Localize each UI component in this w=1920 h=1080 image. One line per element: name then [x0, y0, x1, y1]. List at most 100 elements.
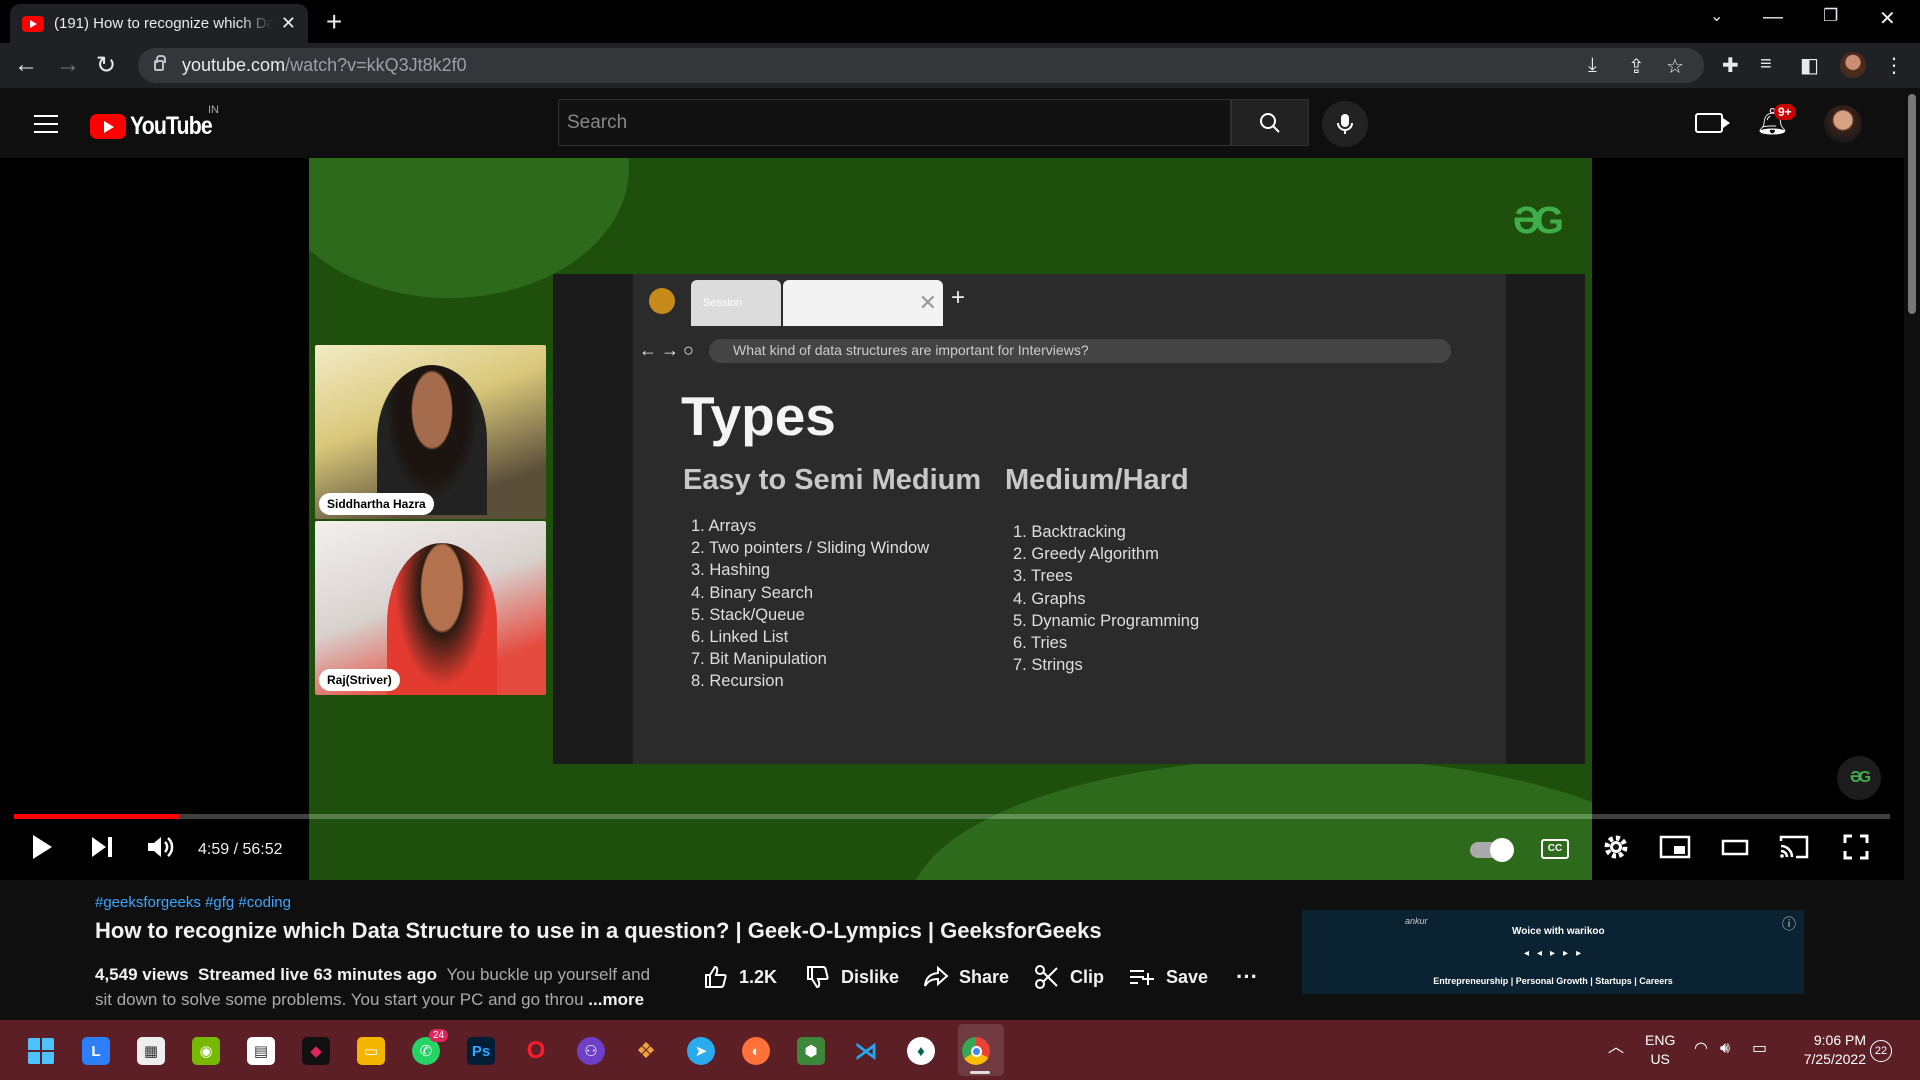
vscode-icon[interactable]: ⋊	[852, 1037, 880, 1065]
ad-info-icon[interactable]: ⓘ	[1782, 914, 1796, 934]
media-app-icon[interactable]: ◆	[302, 1037, 330, 1065]
subtitles-button[interactable]: CC	[1541, 839, 1569, 859]
video-info: #geeksforgeeks #gfg #coding How to recog…	[0, 880, 1904, 1020]
miniplayer-icon[interactable]	[1659, 833, 1691, 861]
video-player[interactable]: ƏG Session ✕ + ←→○ What kind of data str…	[0, 158, 1904, 880]
bookmark-star-icon[interactable]: ☆	[1666, 54, 1684, 79]
minimize-button[interactable]: —	[1763, 6, 1783, 29]
nodejs-icon[interactable]: ⬢	[797, 1037, 825, 1065]
restore-button[interactable]: ❐	[1823, 6, 1838, 26]
battery-icon[interactable]: ▭	[1752, 1039, 1767, 1058]
media-controls-icon[interactable]: ≡	[1760, 53, 1772, 76]
hashtags[interactable]: #geeksforgeeks #gfg #coding	[95, 894, 291, 911]
dislike-button[interactable]: Dislike	[805, 964, 899, 990]
create-video-icon[interactable]	[1695, 113, 1730, 133]
search-input[interactable]	[567, 111, 1230, 134]
autoplay-toggle[interactable]	[1470, 838, 1514, 862]
clock-date: 7/25/2022	[1803, 1051, 1866, 1067]
youtube-logo[interactable]: YouTube	[90, 112, 226, 141]
chrome-menu-icon[interactable]: ⋮	[1884, 53, 1904, 78]
settings-gear-icon[interactable]	[1602, 833, 1630, 861]
more-actions-icon[interactable]: ···	[1236, 964, 1258, 990]
show-more-link[interactable]: ...more	[588, 990, 644, 1009]
forward-button[interactable]: →	[56, 51, 80, 79]
speaker-icon[interactable]: 🔊︎	[1720, 1039, 1730, 1058]
launcher-app-icon[interactable]: L	[82, 1037, 110, 1065]
telegram-icon[interactable]: ➤	[687, 1037, 715, 1065]
clip-button[interactable]: Clip	[1034, 964, 1104, 990]
browser-tab[interactable]: (191) How to recognize which Data Struct…	[10, 4, 308, 43]
tab-close-icon[interactable]: ✕	[281, 13, 296, 34]
input-language[interactable]: ENG US	[1645, 1031, 1675, 1069]
git-tool-icon[interactable]: ❖	[632, 1037, 660, 1065]
github-desktop-icon[interactable]: ⚇	[577, 1037, 605, 1065]
extensions-puzzle-icon[interactable]: ✚	[1722, 53, 1739, 78]
notification-count-badge: 9+	[1774, 104, 1796, 120]
youtube-header: YouTube IN 🔔︎ 9+	[0, 88, 1920, 158]
scrollbar-thumb[interactable]	[1908, 94, 1916, 314]
dislike-label: Dislike	[841, 966, 900, 987]
system-clock[interactable]: 9:06 PM 7/25/2022	[1790, 1031, 1866, 1069]
photoshop-icon[interactable]: Ps	[467, 1037, 495, 1065]
install-app-icon[interactable]: ⤓	[1588, 54, 1597, 77]
tab-search-chevron-icon[interactable]: ⌄	[1710, 6, 1723, 26]
description[interactable]: 4,549 views Streamed live 63 minutes ago…	[95, 962, 665, 1012]
slide-list-item: Recursion	[691, 670, 929, 692]
notepad-icon[interactable]: ▤	[247, 1037, 275, 1065]
slide-list-item: Two pointers / Sliding Window	[691, 537, 929, 559]
voice-search-button[interactable]	[1322, 101, 1368, 147]
lock-icon[interactable]	[154, 55, 166, 71]
speaker-label: Siddhartha Hazra	[319, 493, 434, 515]
mongodb-compass-icon[interactable]: ♦	[907, 1037, 935, 1065]
stream-date: Streamed live 63 minutes ago	[198, 965, 438, 984]
channel-watermark-icon[interactable]: ƏG	[1837, 756, 1881, 800]
notification-center-badge[interactable]: 22	[1870, 1040, 1892, 1062]
whatsapp-unread-badge: 24	[429, 1029, 449, 1042]
omnibox[interactable]: youtube.com /watch?v=kkQ3Jt8k2f0 ⤓ ⇪ ☆	[138, 48, 1704, 83]
fullscreen-icon[interactable]	[1842, 833, 1870, 861]
slide-title: Types	[681, 385, 836, 447]
slide-list-item: Stack/Queue	[691, 604, 929, 626]
wifi-icon[interactable]: ◠	[1694, 1039, 1708, 1058]
country-code: IN	[208, 104, 219, 116]
slide-list-item: Dynamic Programming	[1013, 610, 1199, 632]
ad-banner[interactable]: ankur Woice with warikoo ◂◂▸▸▸ Entrepren…	[1302, 910, 1804, 994]
slide-list-item: Greedy Algorithm	[1013, 543, 1199, 565]
microsoft-store-icon[interactable]: ▦	[137, 1037, 165, 1065]
like-button[interactable]: 1.2K	[703, 964, 777, 990]
theater-mode-icon[interactable]	[1721, 833, 1749, 861]
slide-content: Session ✕ + ←→○ What kind of data struct…	[633, 274, 1506, 764]
webcam-feed-1: Siddhartha Hazra	[315, 345, 546, 519]
windows-start-icon[interactable]	[27, 1037, 55, 1065]
back-button[interactable]: ←	[14, 51, 38, 79]
side-panel-icon[interactable]: ◧	[1800, 53, 1819, 78]
volume-icon[interactable]	[146, 833, 176, 861]
tray-overflow-chevron-icon[interactable]: ︿	[1608, 1038, 1624, 1057]
reload-button[interactable]: ↻	[96, 51, 116, 80]
like-count: 1.2K	[739, 966, 778, 987]
file-explorer-icon[interactable]: ▭	[357, 1037, 385, 1065]
chrome-profile-avatar[interactable]	[1840, 52, 1866, 78]
microphone-icon	[1337, 114, 1353, 134]
new-tab-button[interactable]: +	[326, 6, 342, 38]
progress-bar[interactable]	[14, 814, 1890, 819]
nvidia-icon[interactable]: ◉	[192, 1037, 220, 1065]
firefox-icon[interactable]: ◐	[742, 1037, 770, 1065]
play-icon[interactable]	[30, 833, 54, 861]
active-app-indicator	[970, 1071, 990, 1074]
thumbs-up-icon	[705, 965, 727, 988]
slide-tab-active: ✕	[783, 280, 943, 326]
chrome-icon[interactable]	[962, 1037, 990, 1065]
share-page-icon[interactable]: ⇪	[1628, 54, 1645, 79]
opera-icon[interactable]: O	[522, 1037, 550, 1065]
next-video-icon[interactable]	[90, 833, 116, 861]
search-button[interactable]	[1231, 99, 1309, 146]
ad-media-controls-icon: ◂◂▸▸▸	[1524, 948, 1590, 959]
share-button[interactable]: Share	[923, 964, 1009, 990]
close-window-button[interactable]: ✕	[1879, 6, 1896, 31]
cast-icon[interactable]	[1778, 833, 1810, 861]
account-avatar[interactable]	[1824, 105, 1862, 143]
guide-menu-icon[interactable]	[34, 115, 58, 133]
page-scrollbar[interactable]	[1904, 88, 1920, 1020]
save-button[interactable]: Save	[1128, 964, 1208, 990]
